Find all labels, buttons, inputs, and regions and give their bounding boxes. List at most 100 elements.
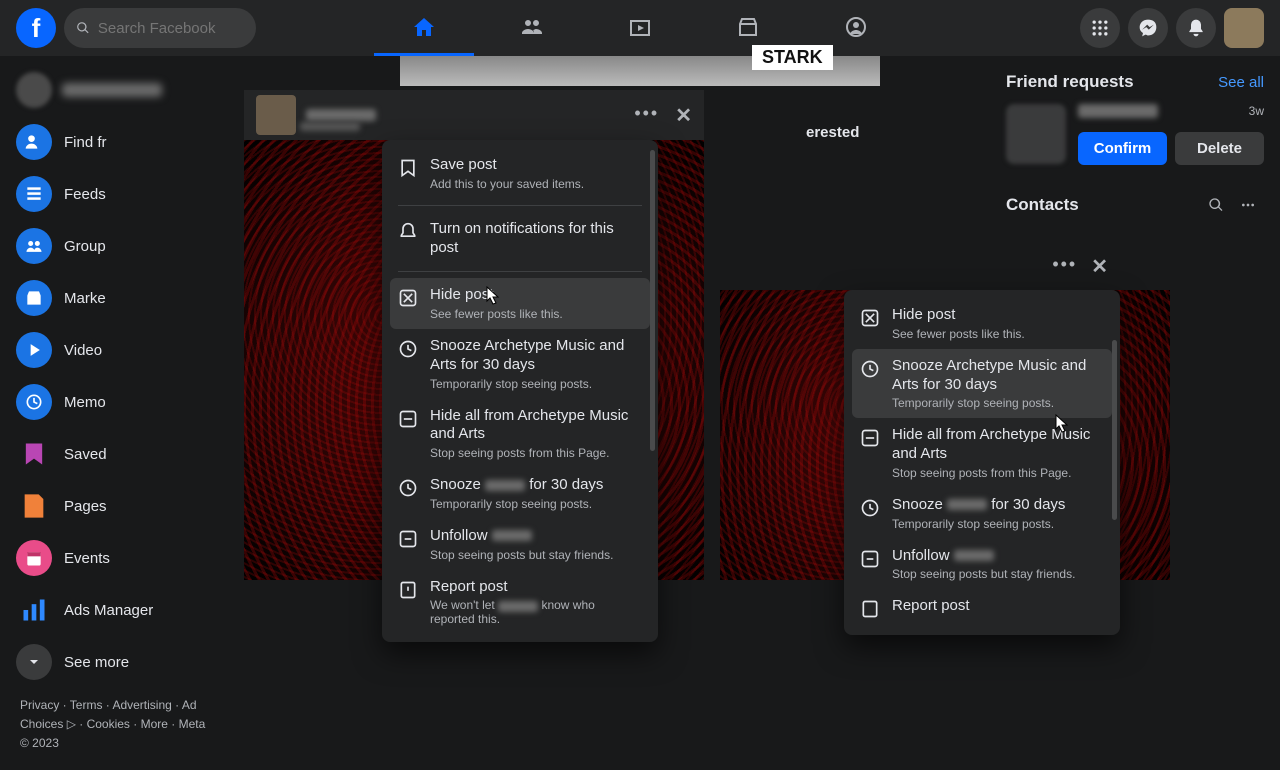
menu-unfollow[interactable]: Unfollow Stop seeing posts but stay frie…	[852, 539, 1112, 590]
cursor-icon	[1055, 414, 1069, 434]
menu-hide-all-from-page[interactable]: Hide all from Archetype Music and ArtsSt…	[390, 399, 650, 469]
post-options-menu-left: Save postAdd this to your saved items. T…	[382, 140, 658, 642]
friend-requests-title: Friend requests	[1006, 72, 1134, 92]
menu-snooze-page[interactable]: Snooze Archetype Music and Arts for 30 d…	[390, 329, 650, 399]
post-more-icon[interactable]: •••	[1052, 254, 1077, 279]
contacts-more-icon[interactable]	[1232, 189, 1264, 221]
menu-separator	[398, 205, 642, 206]
contacts-search-icon[interactable]	[1200, 189, 1232, 221]
sidebar-item-marketplace[interactable]: Marke	[8, 272, 222, 324]
unfollow-icon	[398, 529, 418, 549]
post-header: ••• ✕	[244, 90, 704, 140]
right-sidebar: Friend requests See all 3w Confirm Delet…	[990, 56, 1280, 237]
sidebar-label: Pages	[64, 498, 107, 515]
menu-snooze-person[interactable]: Snooze for 30 daysTemporarily stop seein…	[390, 468, 650, 519]
menu-separator	[398, 271, 642, 272]
friend-request-row: 3w Confirm Delete	[1006, 104, 1264, 165]
menu-grid-button[interactable]	[1080, 8, 1120, 48]
sidebar-label: See more	[64, 654, 129, 671]
delete-button[interactable]: Delete	[1175, 132, 1264, 165]
nav-friends[interactable]	[482, 0, 582, 56]
sidebar-label: Feeds	[64, 186, 106, 203]
sidebar-item-pages[interactable]: Pages	[8, 480, 222, 532]
sidebar-label: Memo	[64, 394, 106, 411]
friend-request-time: 3w	[1249, 104, 1264, 122]
nav-video[interactable]	[590, 0, 690, 56]
right-nav	[1080, 8, 1264, 48]
hide-icon	[398, 288, 418, 308]
sidebar-item-find-friends[interactable]: Find fr	[8, 116, 222, 168]
post-options-menu-right: Hide postSee fewer posts like this. Snoo…	[844, 290, 1120, 635]
menu-snooze-page[interactable]: Snooze Archetype Music and Arts for 30 d…	[852, 349, 1112, 419]
clock-icon	[860, 359, 880, 379]
report-icon	[860, 599, 880, 619]
left-sidebar: Find fr Feeds Group Marke Video Memo Sav…	[0, 56, 230, 770]
menu-turn-on-notifications[interactable]: Turn on notifications for this post	[390, 212, 650, 266]
sidebar-item-ads-manager[interactable]: Ads Manager	[8, 584, 222, 636]
facebook-logo[interactable]: f	[16, 8, 56, 48]
top-nav: f	[0, 0, 1280, 56]
post-author-name	[306, 109, 376, 121]
report-icon	[398, 580, 418, 600]
sidebar-item-feeds[interactable]: Feeds	[8, 168, 222, 220]
menu-hide-post[interactable]: Hide postSee fewer posts like this.	[852, 298, 1112, 349]
sidebar-label: Video	[64, 342, 102, 359]
contacts-header: Contacts	[1006, 189, 1264, 221]
unfollow-icon	[860, 549, 880, 569]
menu-save-post[interactable]: Save postAdd this to your saved items.	[390, 148, 650, 199]
sidebar-item-events[interactable]: Events	[8, 532, 222, 584]
search-input[interactable]	[98, 20, 244, 37]
messenger-button[interactable]	[1128, 8, 1168, 48]
contacts-title: Contacts	[1006, 195, 1200, 215]
cursor-icon	[486, 286, 500, 306]
bookmark-icon	[398, 158, 418, 178]
sidebar-item-see-more[interactable]: See more	[8, 636, 222, 688]
feed-banner-text: STARK	[752, 45, 833, 70]
profile-pic	[16, 72, 52, 108]
search-wrap[interactable]	[64, 8, 256, 48]
sidebar-item-memories[interactable]: Memo	[8, 376, 222, 428]
footer-links[interactable]: Privacy · Terms · Advertising · Ad Choic…	[8, 688, 222, 762]
interested-button-partial[interactable]: erested	[790, 116, 875, 149]
menu-report-post[interactable]: Report post	[852, 589, 1112, 627]
menu-scrollbar[interactable]	[1112, 340, 1117, 520]
confirm-button[interactable]: Confirm	[1078, 132, 1167, 165]
post-close-icon[interactable]: ✕	[1091, 254, 1108, 279]
profile-name	[62, 83, 162, 97]
menu-hide-post[interactable]: Hide postSee fewer posts like this.	[390, 278, 650, 329]
sidebar-label: Marke	[64, 290, 106, 307]
clock-icon	[860, 498, 880, 518]
nav-home[interactable]	[374, 0, 474, 56]
post-more-icon[interactable]: •••	[634, 103, 659, 128]
hide-all-icon	[860, 428, 880, 448]
sidebar-label: Ads Manager	[64, 602, 153, 619]
post-close-icon[interactable]: ✕	[675, 103, 692, 128]
profile-avatar[interactable]	[1224, 8, 1264, 48]
sidebar-item-video[interactable]: Video	[8, 324, 222, 376]
post-timestamp	[300, 122, 360, 131]
bell-icon	[398, 222, 418, 242]
menu-snooze-person[interactable]: Snooze for 30 daysTemporarily stop seein…	[852, 488, 1112, 539]
sidebar-item-saved[interactable]: Saved	[8, 428, 222, 480]
hide-all-icon	[398, 409, 418, 429]
hide-icon	[860, 308, 880, 328]
post-author-pic[interactable]	[256, 95, 296, 135]
right-post-controls: ••• ✕	[844, 248, 1120, 285]
friend-name	[1078, 104, 1158, 118]
sidebar-label: Group	[64, 238, 106, 255]
menu-unfollow[interactable]: Unfollow Stop seeing posts but stay frie…	[390, 519, 650, 570]
sidebar-label: Events	[64, 550, 110, 567]
menu-scrollbar[interactable]	[650, 150, 655, 451]
sidebar-profile[interactable]	[8, 64, 222, 116]
menu-hide-all-from-page[interactable]: Hide all from Archetype Music and ArtsSt…	[852, 418, 1112, 488]
sidebar-label: Find fr	[64, 134, 107, 151]
sidebar-item-groups[interactable]: Group	[8, 220, 222, 272]
search-icon	[76, 20, 90, 36]
friend-pic[interactable]	[1006, 104, 1066, 164]
clock-icon	[398, 478, 418, 498]
notifications-button[interactable]	[1176, 8, 1216, 48]
clock-icon	[398, 339, 418, 359]
see-all-link[interactable]: See all	[1218, 74, 1264, 91]
menu-report-post[interactable]: Report postWe won't let know who reporte…	[390, 570, 650, 635]
sidebar-label: Saved	[64, 446, 107, 463]
